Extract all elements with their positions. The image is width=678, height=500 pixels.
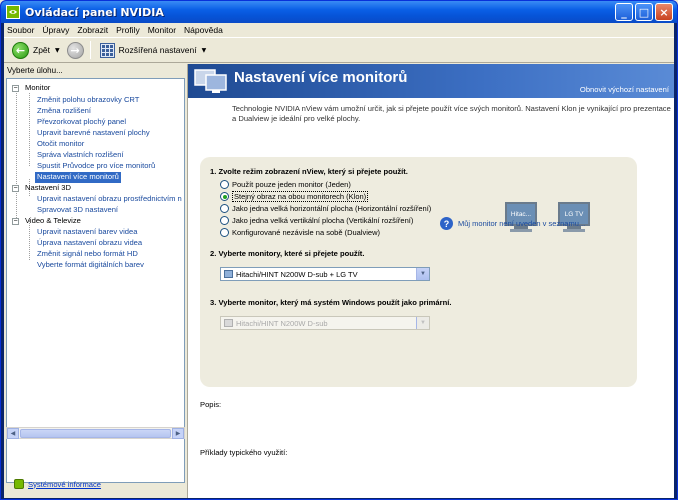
step2-title: 2. Vyberte monitory, které si přejete po…: [210, 249, 365, 258]
system-info-icon: [14, 479, 24, 489]
collapse-icon[interactable]: −: [12, 218, 19, 225]
toolbar: ← Zpět ▼ → Rozšířená nastavení ▼: [4, 37, 674, 63]
menu-soubor[interactable]: Soubor: [7, 25, 34, 35]
back-arrow-icon: ←: [12, 41, 29, 59]
radio-button[interactable]: [220, 180, 229, 189]
tree-item-desktop-color[interactable]: Upravit barevné nastavení plochy: [37, 128, 150, 139]
scroll-right-icon[interactable]: ▶: [172, 427, 184, 439]
close-button[interactable]: ×: [655, 3, 673, 21]
tree-item-rotate-display[interactable]: Otočit monitor: [37, 139, 84, 150]
minimize-button[interactable]: _: [615, 3, 633, 21]
tree-item-flat-panel-scaling[interactable]: Převzorkovat plochý panel: [37, 117, 126, 128]
tree-item-change-resolution[interactable]: Změna rozlišení: [37, 106, 91, 117]
collapse-icon[interactable]: −: [12, 185, 19, 192]
advanced-settings-icon: [99, 42, 115, 58]
radio-horizontal-span[interactable]: Jako jedna velká horizontální plocha (Ho…: [220, 203, 431, 214]
step3-title: 3. Vyberte monitor, který má systém Wind…: [210, 298, 452, 307]
nvidia-logo-icon: [6, 5, 20, 19]
restore-defaults-link[interactable]: Obnovit výchozí nastavení: [580, 85, 669, 94]
task-tree: − Monitor Změnit polohu obrazovky CRT Zm…: [6, 78, 185, 483]
client-area: Soubor Úpravy Zobrazit Profily Monitor N…: [4, 23, 674, 498]
main-panel: Nastavení více monitorů Obnovit výchozí …: [187, 64, 674, 498]
tree-line: [29, 93, 30, 166]
chevron-down-icon[interactable]: ▼: [416, 268, 429, 280]
radio-single-display[interactable]: Použít pouze jeden monitor (Jeden): [220, 179, 351, 190]
primary-monitor-dropdown: Hitachi/HINT N200W D-sub ▼: [220, 316, 430, 330]
scroll-thumb[interactable]: [19, 428, 172, 438]
radio-dualview[interactable]: Konfigurované nezávisle na sobě (Dualvie…: [220, 227, 380, 238]
menu-profily[interactable]: Profily: [116, 25, 140, 35]
back-dropdown-icon[interactable]: ▼: [55, 47, 60, 54]
tree-item-multi-display-setup[interactable]: Nastavení více monitorů: [35, 172, 121, 183]
toolbar-separator: [89, 41, 91, 59]
advanced-settings-label: Rozšířená nastavení: [118, 45, 197, 55]
chevron-down-icon: ▼: [416, 317, 429, 329]
menu-monitor[interactable]: Monitor: [148, 25, 176, 35]
tree-item-custom-resolutions[interactable]: Správa vlastních rozlišení: [37, 150, 124, 161]
tree-item-manage-3d[interactable]: Spravovat 3D nastavení: [37, 205, 118, 216]
back-button[interactable]: ← Zpět ▼: [9, 39, 63, 61]
scroll-left-icon[interactable]: ◀: [7, 427, 19, 439]
system-info-link[interactable]: Systémové informace: [14, 479, 101, 489]
app-window: Ovládací panel NVIDIA _ □ × Soubor Úprav…: [0, 0, 678, 500]
title-bar[interactable]: Ovládací panel NVIDIA _ □ ×: [1, 1, 677, 23]
radio-button[interactable]: [220, 216, 229, 225]
tree-cat-3d-settings[interactable]: − Nastavení 3D: [12, 183, 71, 194]
tree-item-video-color[interactable]: Upravit nastavení barev videa: [37, 227, 137, 238]
menu-bar: Soubor Úpravy Zobrazit Profily Monitor N…: [4, 23, 674, 37]
monitor-icon: [224, 319, 233, 327]
step1-title: 1. Zvolte režim zobrazení nView, který s…: [210, 167, 408, 176]
advanced-settings-button[interactable]: Rozšířená nastavení ▼: [97, 39, 210, 61]
monitor-not-listed-link[interactable]: ? Můj monitor není uveden v seznamu...: [440, 217, 585, 230]
system-info-label[interactable]: Systémové informace: [28, 480, 101, 489]
menu-napoveda[interactable]: Nápověda: [184, 25, 223, 35]
radio-clone[interactable]: Stejný obraz na obou monitorech (Klon): [220, 191, 369, 202]
monitor-icon: [224, 270, 233, 278]
help-icon: ?: [440, 217, 453, 230]
tree-line: [16, 89, 17, 224]
page-title: Nastavení více monitorů: [234, 69, 408, 86]
page-banner: Nastavení více monitorů Obnovit výchozí …: [188, 64, 674, 98]
menu-upravy[interactable]: Úpravy: [42, 25, 69, 35]
radio-button[interactable]: [220, 204, 229, 213]
tree-item-crt-position[interactable]: Změnit polohu obrazovky CRT: [37, 95, 139, 106]
task-pane-header: Vyberte úlohu...: [4, 64, 186, 78]
settings-panel: 1. Zvolte režim zobrazení nView, který s…: [200, 157, 637, 387]
tree-cat-monitor[interactable]: − Monitor: [12, 83, 50, 94]
forward-button[interactable]: →: [66, 41, 84, 59]
window-title: Ovládací panel NVIDIA: [25, 5, 164, 19]
description-label: Popis:: [200, 400, 222, 409]
monitor-selection-dropdown[interactable]: Hitachi/HINT N200W D-sub + LG TV ▼: [220, 267, 430, 281]
tree-horizontal-scrollbar[interactable]: ◀ ▶: [6, 427, 185, 439]
intro-text: Technologie NVIDIA nView vám umožní urči…: [232, 104, 671, 123]
collapse-icon[interactable]: −: [12, 85, 19, 92]
advanced-dropdown-icon: ▼: [201, 46, 207, 54]
radio-button[interactable]: [220, 228, 229, 237]
radio-button-selected[interactable]: [220, 192, 229, 201]
tree-cat-video-tv[interactable]: − Video & Televize: [12, 216, 81, 227]
tree-item-image-settings-preview[interactable]: Upravit nastavení obrazu prostřednictvím…: [37, 194, 182, 205]
back-label: Zpět: [33, 45, 51, 55]
tree-item-multi-display-wizard[interactable]: Spustit Průvodce pro více monitorů: [37, 161, 155, 172]
tree-item-hd-format[interactable]: Změnit signál nebo formát HD: [37, 249, 138, 260]
tree-item-digital-color-format[interactable]: Vyberte formát digitálních barev: [37, 260, 144, 271]
radio-vertical-span[interactable]: Jako jedna velká vertikální plocha (Vert…: [220, 215, 413, 226]
tree-item-video-image[interactable]: Úprava nastavení obrazu videa: [37, 238, 142, 249]
examples-label: Příklady typického využití:: [200, 448, 288, 457]
menu-zobrazit[interactable]: Zobrazit: [77, 25, 108, 35]
maximize-button[interactable]: □: [635, 3, 653, 21]
multi-monitor-icon: [194, 69, 227, 93]
